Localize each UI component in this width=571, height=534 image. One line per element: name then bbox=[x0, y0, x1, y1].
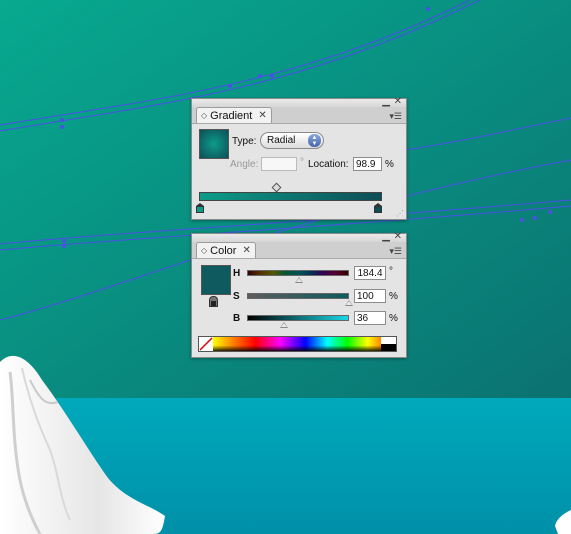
none-slash-icon bbox=[199, 337, 213, 351]
gradient-tab-label: Gradient bbox=[210, 109, 253, 122]
saturation-slider-thumb[interactable] bbox=[345, 300, 353, 306]
gradient-panel[interactable]: ▁ ✕ ◇ Gradient ✕ ▾☰ Type: Radial ▲ ▼ Angl… bbox=[191, 97, 407, 220]
fill-color-box[interactable] bbox=[201, 265, 231, 295]
type-value: Radial bbox=[267, 135, 296, 146]
type-label: Type: bbox=[232, 136, 257, 147]
angle-label: Angle: bbox=[230, 159, 259, 170]
minimize-icon[interactable]: ▁ bbox=[382, 97, 390, 107]
angle-unit: ° bbox=[300, 157, 304, 168]
b-label: B bbox=[233, 313, 241, 324]
spectrum[interactable] bbox=[213, 337, 381, 351]
h-field[interactable]: 184.4 bbox=[354, 266, 386, 280]
gradient-stop-right[interactable] bbox=[374, 203, 382, 214]
color-tab-label: Color bbox=[210, 244, 237, 257]
tab-collapse-icon[interactable]: ◇ bbox=[201, 246, 207, 255]
h-label: H bbox=[233, 268, 241, 279]
tab-gradient[interactable]: ◇ Gradient ✕ bbox=[196, 107, 272, 123]
s-field[interactable]: 100 bbox=[354, 289, 386, 303]
gradient-panel-titlebar[interactable]: ▁ ✕ bbox=[192, 97, 406, 107]
gradient-stop-left[interactable] bbox=[196, 203, 204, 214]
tab-color[interactable]: ◇ Color ✕ bbox=[196, 242, 256, 258]
b-unit: % bbox=[389, 313, 398, 324]
color-panel-titlebar[interactable]: ▁ ✕ bbox=[192, 232, 406, 242]
location-field[interactable]: 98.9 bbox=[353, 157, 382, 171]
hue-slider-thumb[interactable] bbox=[295, 277, 304, 283]
s-unit: % bbox=[389, 291, 398, 302]
location-unit: % bbox=[385, 159, 394, 170]
close-icon[interactable]: ✕ bbox=[394, 232, 402, 242]
white-swatch[interactable] bbox=[381, 337, 396, 344]
color-spectrum-bar[interactable] bbox=[198, 336, 397, 352]
color-panel[interactable]: ▁ ✕ ◇ Color ✕ ▾☰ H 184.4 ° S 100 % B 36 … bbox=[191, 232, 407, 358]
none-swatch[interactable] bbox=[199, 337, 213, 351]
tab-close-icon[interactable]: ✕ bbox=[258, 110, 266, 121]
tab-close-icon[interactable]: ✕ bbox=[242, 245, 250, 256]
b-field[interactable]: 36 bbox=[354, 311, 386, 325]
saturation-slider[interactable] bbox=[247, 293, 349, 299]
black-swatch[interactable] bbox=[381, 344, 396, 351]
brightness-slider[interactable] bbox=[247, 315, 349, 321]
h-unit: ° bbox=[389, 266, 393, 277]
gradient-swatch[interactable] bbox=[199, 129, 229, 159]
panel-menu-icon[interactable]: ▾☰ bbox=[389, 111, 402, 122]
panel-menu-icon[interactable]: ▾☰ bbox=[389, 246, 402, 257]
minimize-icon[interactable]: ▁ bbox=[382, 232, 390, 242]
tab-collapse-icon[interactable]: ◇ bbox=[201, 111, 207, 120]
type-select[interactable]: Radial ▲ ▼ bbox=[260, 132, 324, 149]
s-label: S bbox=[233, 291, 240, 302]
gradient-slider[interactable] bbox=[199, 192, 382, 201]
close-icon[interactable]: ✕ bbox=[394, 97, 402, 107]
resize-grip-icon[interactable]: ⋰ bbox=[396, 209, 404, 218]
brightness-slider-thumb[interactable] bbox=[279, 322, 288, 328]
angle-field[interactable] bbox=[261, 157, 297, 171]
gradient-midpoint-diamond[interactable] bbox=[271, 182, 282, 193]
out-of-gamut-icon[interactable] bbox=[209, 296, 218, 307]
hue-slider[interactable] bbox=[247, 270, 349, 276]
location-label: Location: bbox=[308, 159, 349, 170]
select-arrows-icon: ▲ ▼ bbox=[308, 134, 321, 147]
